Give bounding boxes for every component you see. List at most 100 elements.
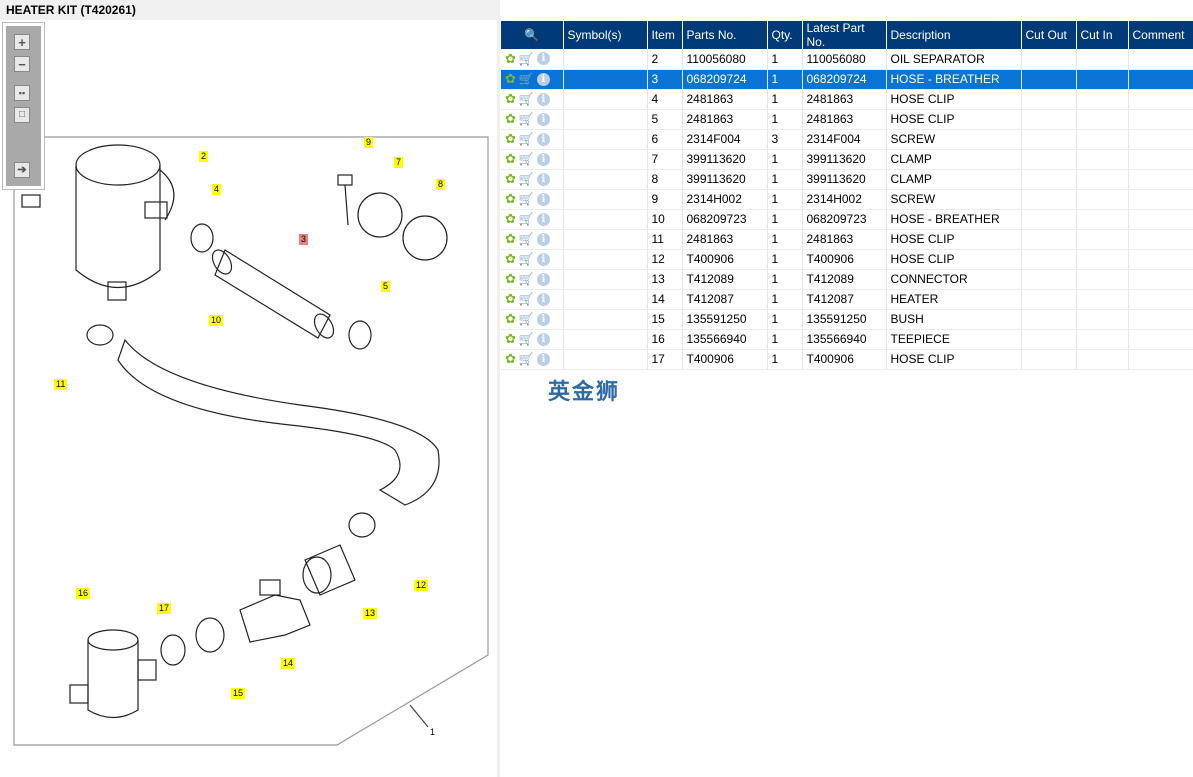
cart-icon[interactable]: 🛒: [519, 312, 534, 326]
callout-10[interactable]: 10: [209, 315, 224, 326]
cart-icon[interactable]: 🛒: [519, 172, 534, 186]
info-icon[interactable]: i: [536, 172, 550, 186]
callout-9[interactable]: 9: [364, 137, 374, 148]
cart-icon[interactable]: 🛒: [519, 152, 534, 166]
info-icon[interactable]: i: [536, 52, 550, 66]
table-row[interactable]: ✿ 🛒 i 16 135566940 1 135566940 TEEPIECE: [501, 329, 1193, 350]
col-parts-no[interactable]: Parts No.: [682, 21, 768, 49]
cart-icon[interactable]: 🛒: [519, 292, 534, 306]
table-row[interactable]: ✿ 🛒 i 11 2481863 1 2481863 HOSE CLIP: [501, 229, 1193, 250]
info-icon[interactable]: i: [536, 232, 550, 246]
gear-icon[interactable]: ✿: [505, 171, 516, 187]
info-icon[interactable]: i: [536, 112, 550, 126]
table-row[interactable]: ✿ 🛒 i 12 T400906 1 T400906 HOSE CLIP: [501, 249, 1193, 270]
callout-11[interactable]: 11: [54, 379, 68, 390]
cell-cut-out: [1021, 49, 1077, 70]
table-row[interactable]: ✿ 🛒 i 7 399113620 1 399113620 CLAMP: [501, 149, 1193, 170]
gear-icon[interactable]: ✿: [505, 91, 516, 107]
info-icon[interactable]: i: [536, 312, 550, 326]
callout-4[interactable]: 4: [212, 184, 222, 195]
table-row[interactable]: ✿ 🛒 i 17 T400906 1 T400906 HOSE CLIP: [501, 349, 1193, 370]
zoom-out-button[interactable]: −: [14, 56, 30, 72]
col-cut-out[interactable]: Cut Out: [1021, 21, 1077, 49]
col-symbols[interactable]: Symbol(s): [563, 21, 648, 49]
gear-icon[interactable]: ✿: [505, 191, 516, 207]
callout-5[interactable]: 5: [381, 281, 391, 292]
table-row[interactable]: ✿ 🛒 i 6 2314F004 3 2314F004 SCREW: [501, 129, 1193, 150]
cart-icon[interactable]: 🛒: [519, 72, 534, 86]
table-row[interactable]: ✿ 🛒 i 13 T412089 1 T412089 CONNECTOR: [501, 269, 1193, 290]
col-latest-part-no[interactable]: Latest Part No.: [802, 21, 887, 49]
callout-7[interactable]: 7: [394, 157, 404, 168]
gear-icon[interactable]: ✿: [505, 351, 516, 367]
info-icon[interactable]: i: [536, 192, 550, 206]
info-icon[interactable]: i: [536, 212, 550, 226]
callout-12[interactable]: 12: [414, 580, 429, 591]
table-row[interactable]: ✿ 🛒 i 3 068209724 1 068209724 HOSE - BREAT…: [501, 69, 1193, 90]
table-row[interactable]: ✿ 🛒 i 10 068209723 1 068209723 HOSE - BREA…: [501, 209, 1193, 230]
info-icon[interactable]: i: [536, 152, 550, 166]
table-row[interactable]: ✿ 🛒 i 2 110056080 1 110056080 OIL SEPARATO…: [501, 49, 1193, 70]
col-qty[interactable]: Qty.: [767, 21, 803, 49]
gear-icon[interactable]: ✿: [505, 331, 516, 347]
callout-17[interactable]: 17: [157, 603, 172, 614]
table-row[interactable]: ✿ 🛒 i 4 2481863 1 2481863 HOSE CLIP: [501, 89, 1193, 110]
cart-icon[interactable]: 🛒: [519, 52, 534, 66]
cart-icon[interactable]: 🛒: [519, 272, 534, 286]
search-column-header[interactable]: 🔍: [501, 21, 564, 49]
gear-icon[interactable]: ✿: [505, 111, 516, 127]
splitter[interactable]: [497, 0, 500, 777]
gear-icon[interactable]: ✿: [505, 251, 516, 267]
info-icon[interactable]: i: [536, 292, 550, 306]
info-icon[interactable]: i: [536, 352, 550, 366]
gear-icon[interactable]: ✿: [505, 151, 516, 167]
exploded-diagram[interactable]: [0, 20, 497, 777]
callout-8[interactable]: 8: [436, 179, 446, 190]
toggle-panel-button[interactable]: ➔: [14, 162, 30, 178]
table-row[interactable]: ✿ 🛒 i 5 2481863 1 2481863 HOSE CLIP: [501, 109, 1193, 130]
col-cut-in[interactable]: Cut In: [1076, 21, 1129, 49]
cart-icon[interactable]: 🛒: [519, 132, 534, 146]
gear-icon[interactable]: ✿: [505, 131, 516, 147]
callout-14[interactable]: 14: [281, 658, 296, 669]
gear-icon[interactable]: ✿: [505, 51, 516, 67]
info-icon[interactable]: i: [536, 72, 550, 86]
table-row[interactable]: ✿ 🛒 i 15 135591250 1 135591250 BUSH: [501, 309, 1193, 330]
gear-icon[interactable]: ✿: [505, 311, 516, 327]
callout-13[interactable]: 13: [363, 608, 378, 619]
info-icon[interactable]: i: [536, 252, 550, 266]
fit-window-button[interactable]: □: [14, 107, 30, 123]
info-icon[interactable]: i: [536, 332, 550, 346]
cart-icon[interactable]: 🛒: [519, 192, 534, 206]
gear-icon[interactable]: ✿: [505, 271, 516, 287]
cart-icon[interactable]: 🛒: [519, 352, 534, 366]
callout-16[interactable]: 16: [76, 588, 91, 599]
zoom-in-button[interactable]: +: [14, 34, 30, 50]
callout-2[interactable]: 2: [199, 151, 209, 162]
callout-15[interactable]: 15: [231, 688, 246, 699]
col-comment[interactable]: Comment: [1128, 21, 1193, 49]
cart-icon[interactable]: 🛒: [519, 252, 534, 266]
callout-1[interactable]: 1: [428, 727, 437, 738]
info-icon[interactable]: i: [536, 92, 550, 106]
info-icon[interactable]: i: [536, 132, 550, 146]
diagram-panel[interactable]: 1 2 3 4 5 7 8 9 10 11 12 13 14 15 16 17: [0, 20, 497, 777]
gear-icon[interactable]: ✿: [505, 211, 516, 227]
table-row[interactable]: ✿ 🛒 i 9 2314H002 1 2314H002 SCREW: [501, 189, 1193, 210]
gear-icon[interactable]: ✿: [505, 231, 516, 247]
table-row[interactable]: ✿ 🛒 i 8 399113620 1 399113620 CLAMP: [501, 169, 1193, 190]
cell-item: 12: [647, 249, 683, 270]
col-description[interactable]: Description: [886, 21, 1022, 49]
callout-3[interactable]: 3: [299, 234, 309, 245]
gear-icon[interactable]: ✿: [505, 71, 516, 87]
col-item[interactable]: Item: [647, 21, 683, 49]
cart-icon[interactable]: 🛒: [519, 212, 534, 226]
cart-icon[interactable]: 🛒: [519, 112, 534, 126]
fit-all-button[interactable]: ▪▪: [14, 85, 30, 101]
cart-icon[interactable]: 🛒: [519, 92, 534, 106]
cart-icon[interactable]: 🛒: [519, 332, 534, 346]
cart-icon[interactable]: 🛒: [519, 232, 534, 246]
gear-icon[interactable]: ✿: [505, 291, 516, 307]
info-icon[interactable]: i: [536, 272, 550, 286]
table-row[interactable]: ✿ 🛒 i 14 T412087 1 T412087 HEATER: [501, 289, 1193, 310]
